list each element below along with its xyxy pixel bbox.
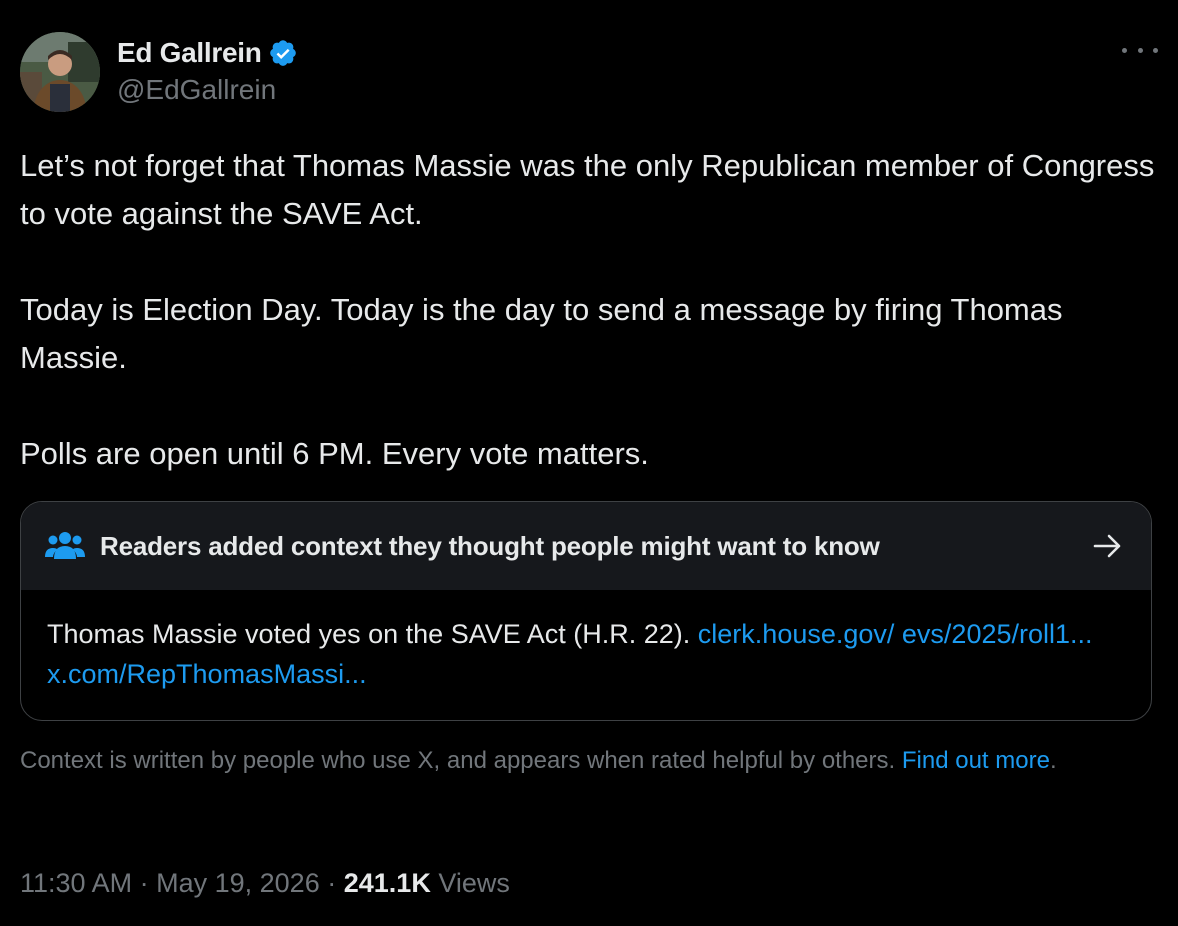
tweet-paragraph: Today is Election Day. Today is the day …	[20, 292, 1063, 375]
author-handle[interactable]: @EdGallrein	[117, 74, 298, 106]
community-note-body: Thomas Massie voted yes on the SAVE Act …	[47, 614, 1127, 694]
community-note-title: Readers added context they thought peopl…	[100, 531, 880, 561]
ellipsis-dot	[1122, 47, 1127, 53]
community-note-text: Thomas Massie voted yes on the SAVE Act …	[47, 619, 691, 649]
tweet-header: Ed Gallrein @EdGallrein	[20, 32, 1158, 114]
ellipsis-dot	[1153, 47, 1158, 53]
tweet: Ed Gallrein @EdGallrein Let’s not forget…	[0, 0, 1178, 926]
find-out-more-link[interactable]: Find out more	[902, 747, 1050, 774]
arrow-right-icon[interactable]	[1093, 532, 1123, 560]
community-note: Readers added context they thought peopl…	[20, 501, 1152, 721]
tweet-time[interactable]: 11:30 AM	[20, 868, 132, 898]
tweet-meta: 11:30 AM · May 19, 2026 · 241.1K Views	[20, 868, 510, 899]
people-icon	[45, 529, 85, 561]
tweet-paragraph: Let’s not forget that Thomas Massie was …	[20, 148, 1155, 231]
avatar[interactable]	[20, 32, 100, 112]
context-disclaimer-period: .	[1049, 747, 1057, 774]
author-block: Ed Gallrein @EdGallrein	[117, 34, 298, 106]
ellipsis-dot	[1137, 47, 1143, 53]
author-name-row: Ed Gallrein	[117, 34, 298, 72]
views-count[interactable]: 241.1K	[344, 868, 431, 898]
community-note-link[interactable]: x.com/RepThomasMassi...	[47, 659, 367, 689]
ellipsis-icon[interactable]	[1122, 38, 1158, 62]
context-disclaimer-text: Context is written by people who use X, …	[20, 747, 896, 774]
tweet-paragraph: Polls are open until 6 PM. Every vote ma…	[20, 436, 649, 471]
author-display-name[interactable]: Ed Gallrein	[117, 37, 262, 69]
community-note-header[interactable]: Readers added context they thought peopl…	[21, 502, 1151, 590]
tweet-text: Let’s not forget that Thomas Massie was …	[20, 142, 1160, 478]
views-label: Views	[438, 868, 510, 898]
meta-separator: ·	[327, 868, 337, 898]
verified-badge-icon[interactable]	[268, 38, 298, 68]
tweet-date[interactable]: May 19, 2026	[156, 868, 320, 898]
meta-separator: ·	[139, 868, 149, 898]
community-note-link[interactable]: clerk.house.gov/ evs/2025/roll1...	[698, 619, 1093, 649]
context-disclaimer: Context is written by people who use X, …	[20, 744, 1150, 777]
